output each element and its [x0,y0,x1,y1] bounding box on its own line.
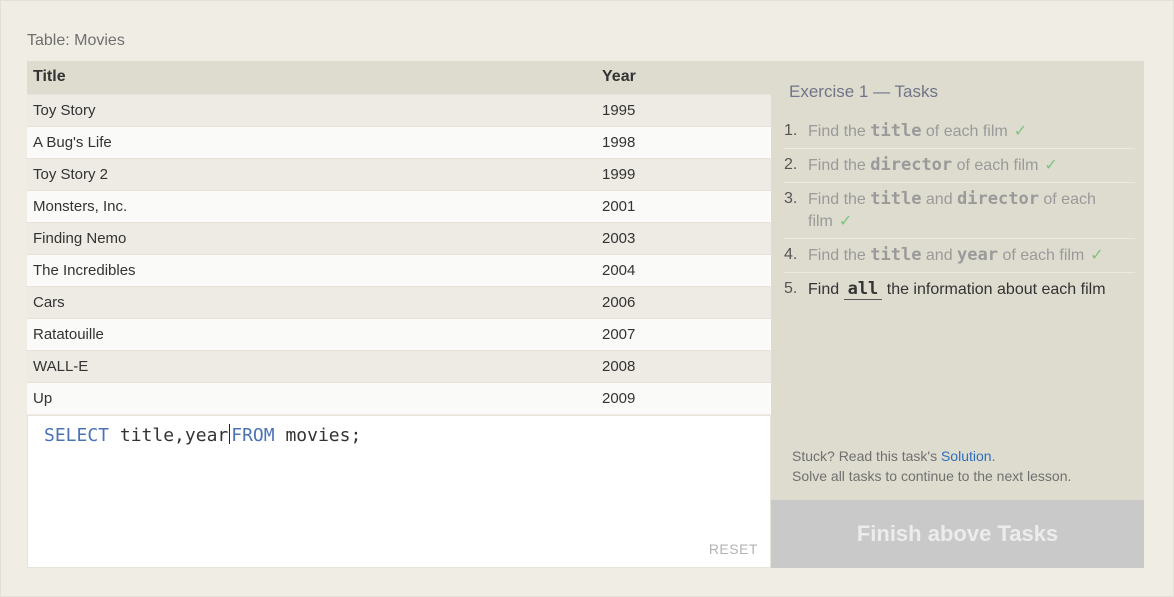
continue-line: Solve all tasks to continue to the next … [792,468,1072,484]
table-row: WALL-E 2008 [27,349,771,382]
cell-title: The Incredibles [27,253,596,286]
task-code: title [870,189,922,209]
task-code: title [870,245,922,265]
cell-title: Monsters, Inc. [27,189,596,222]
task-text: Find the title and director of each film… [808,189,1096,230]
finish-tasks-button[interactable]: Finish above Tasks [771,500,1144,568]
task-text: Find all the information about each film [808,279,1106,300]
table-label: Table: Movies [27,32,125,49]
column-header-year: Year [596,61,771,94]
task-item: 1. Find the title of each film ✓ [784,115,1135,149]
cell-year: 2001 [596,189,771,222]
task-number: 4. [784,246,798,263]
table-row: The Incredibles 2004 [27,253,771,286]
task-code: director [870,155,953,175]
check-icon: ✓ [1090,247,1104,264]
cell-year: 2003 [596,221,771,254]
cell-year: 1998 [596,125,771,158]
cell-year: 1999 [596,157,771,190]
cell-year: 1995 [596,93,771,126]
results-table: Title Year Toy Story 1995 A Bug's Life 199… [27,61,771,415]
table-row: Up 2009 [27,381,771,414]
sql-editor[interactable]: SELECT title,year FROM movies; RESET [27,415,771,568]
cell-title: Toy Story [27,93,596,126]
cell-year: 2007 [596,317,771,350]
table-row: Cars 2006 [27,285,771,318]
check-icon: ✓ [838,213,853,230]
cell-year: 2006 [596,285,771,318]
sql-code[interactable]: SELECT title,year FROM movies; [44,424,361,446]
task-code: all [843,279,883,300]
task-item: 3. Find the title and director of each f… [784,183,1135,239]
cell-title: Cars [27,285,596,318]
tasks-panel: Exercise 1 — Tasks 1. Find the title of … [771,61,1144,500]
task-text: Find the director of each film ✓ [808,155,1058,175]
task-code: year [957,245,998,265]
help-text: Stuck? Read this task's Solution. Solve … [792,446,1071,486]
table-header-row: Title Year [27,61,771,94]
cell-year: 2009 [596,381,771,414]
task-item-current: 5. Find all the information about each f… [784,273,1135,306]
stuck-line: Stuck? Read this task's Solution. [792,448,996,464]
keyword-select: SELECT [44,425,110,446]
column-header-title: Title [27,61,596,94]
cell-year: 2008 [596,349,771,382]
table-row: A Bug's Life 1998 [27,125,771,158]
code-table: movies; [274,425,362,446]
solution-link[interactable]: Solution [941,448,992,464]
cell-title: Ratatouille [27,317,596,350]
table-row: Toy Story 2 1999 [27,157,771,190]
task-number: 2. [784,156,798,173]
task-text: Find the title of each film ✓ [808,121,1028,141]
cell-title: A Bug's Life [27,125,596,158]
task-text: Find the title and year of each film ✓ [808,245,1104,265]
cell-title: WALL-E [27,349,596,382]
cell-title: Finding Nemo [27,221,596,254]
table-row: Ratatouille 2007 [27,317,771,350]
task-number: 3. [784,190,798,207]
task-code: title [870,121,922,141]
table-row: Finding Nemo 2003 [27,221,771,254]
keyword-from: FROM [231,425,275,446]
cell-year: 2004 [596,253,771,286]
task-number: 5. [784,280,798,297]
task-list: 1. Find the title of each film ✓ 2. Find … [784,115,1135,306]
check-icon: ✓ [1013,123,1028,140]
cell-title: Up [27,381,596,414]
table-row: Toy Story 1995 [27,93,771,126]
table-row: Monsters, Inc. 2001 [27,189,771,222]
task-item: 4. Find the title and year of each film ✓ [784,239,1135,273]
task-number: 1. [784,122,798,139]
task-item: 2. Find the director of each film ✓ [784,149,1135,183]
task-code: director [957,189,1039,209]
code-columns: title,year [109,425,229,446]
exercise-title: Exercise 1 — Tasks [789,82,938,101]
reset-button[interactable]: RESET [709,541,758,557]
check-icon: ✓ [1044,157,1058,174]
cell-title: Toy Story 2 [27,157,596,190]
